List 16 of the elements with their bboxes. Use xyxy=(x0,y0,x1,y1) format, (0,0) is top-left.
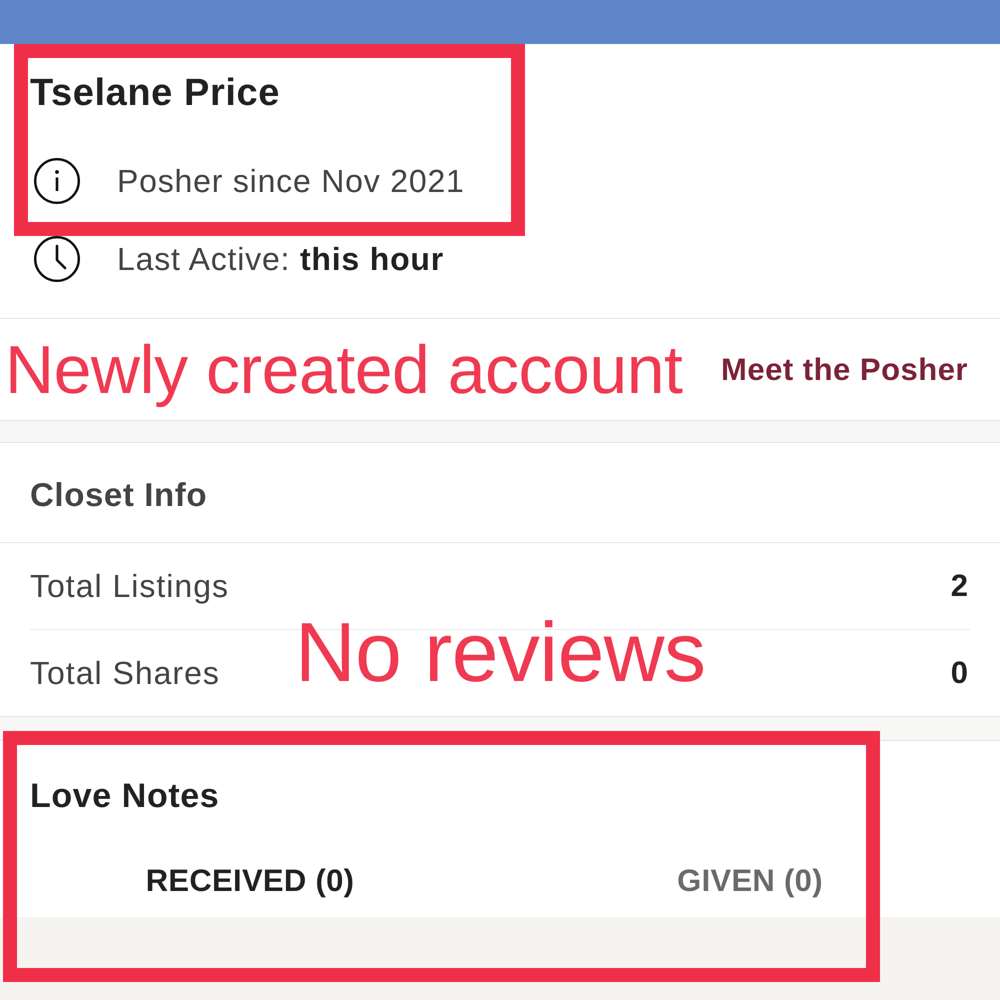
detail-text: Last Active: this hour xyxy=(117,240,444,279)
stat-value: 2 xyxy=(950,568,968,604)
tab[interactable]: RECEIVED (0) xyxy=(0,856,500,906)
clock-icon xyxy=(34,236,80,282)
info-icon xyxy=(34,158,80,204)
profile-name: Tselane Price xyxy=(30,71,280,115)
detail-text: Posher since Nov 2021 xyxy=(117,162,465,201)
tab[interactable]: GIVEN (0) xyxy=(500,856,1000,906)
stat-value: 0 xyxy=(950,655,968,691)
meet-the-posher-link[interactable]: Meet the Posher xyxy=(721,352,968,388)
section-title: Love Notes xyxy=(29,776,220,816)
stat-label: Total Shares xyxy=(30,654,220,692)
section-title: Closet Info xyxy=(0,443,1000,543)
annotation-text: No reviews xyxy=(295,610,706,694)
stat-label: Total Listings xyxy=(30,568,229,604)
annotation-text: Newly created account xyxy=(5,330,682,410)
